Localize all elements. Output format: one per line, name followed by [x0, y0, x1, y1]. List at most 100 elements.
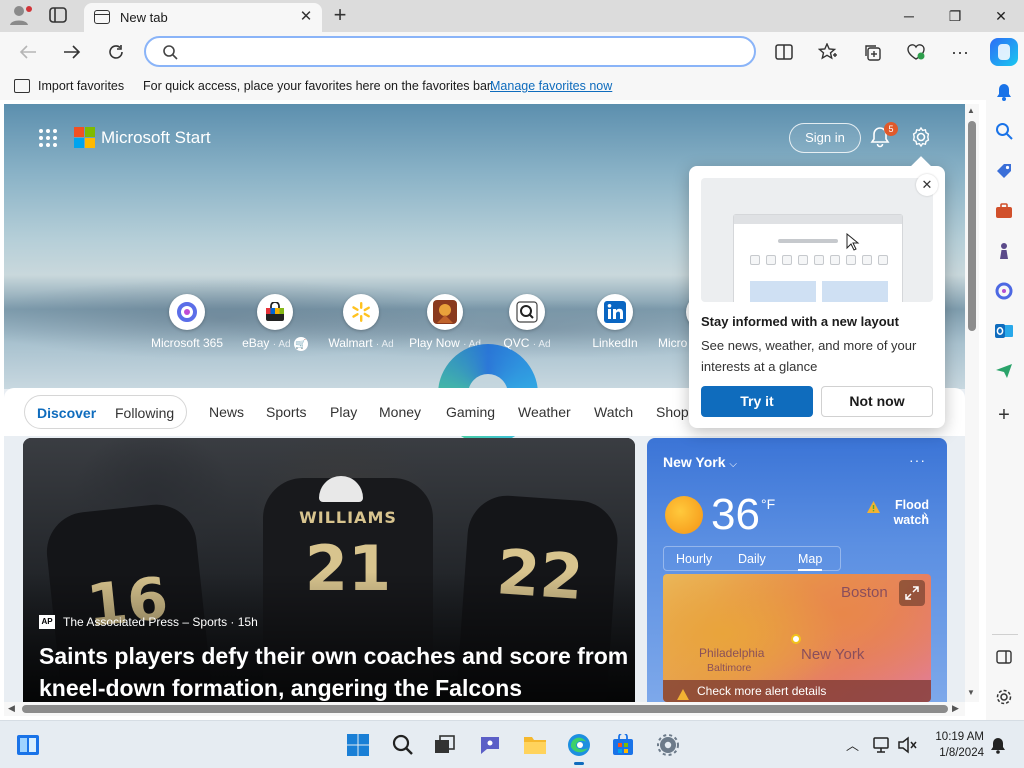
try-it-button[interactable]: Try it: [701, 386, 813, 417]
location-pin-icon: [791, 634, 801, 644]
browser-essentials-button[interactable]: [902, 38, 930, 66]
refresh-button[interactable]: [102, 38, 130, 66]
shopping-tag-icon[interactable]: [993, 160, 1015, 182]
chevron-right-icon[interactable]: ›: [923, 506, 928, 522]
outlook-icon[interactable]: [993, 320, 1015, 342]
tab-discover[interactable]: Discover: [37, 405, 96, 421]
tab-new-tab[interactable]: New tab ✕: [84, 3, 322, 32]
file-explorer-icon[interactable]: [521, 731, 549, 759]
ad-tag: · Ad: [532, 339, 551, 350]
nav-money[interactable]: Money: [379, 404, 421, 420]
quick-link-walmart[interactable]: Walmart · Ad: [316, 294, 406, 354]
quick-link-label: Play Now: [409, 336, 460, 350]
close-popup-icon[interactable]: ✕: [916, 174, 938, 196]
vertical-scrollbar[interactable]: ▲ ▼: [965, 104, 979, 702]
hide-sidebar-icon[interactable]: [993, 646, 1015, 668]
weather-map[interactable]: Boston Philadelphia Baltimore New York C…: [663, 574, 931, 702]
edge-taskbar-icon[interactable]: [565, 731, 593, 765]
import-favorites-button[interactable]: Import favorites: [38, 79, 124, 93]
teams-chat-icon[interactable]: [476, 731, 504, 759]
flood-watch-alert[interactable]: Flood watch: [867, 498, 929, 528]
notification-center-icon[interactable]: [984, 731, 1012, 759]
scroll-right-arrow-icon[interactable]: ▶: [952, 703, 959, 714]
start-windows-icon[interactable]: [344, 731, 372, 759]
alert-details-bar[interactable]: Check more alert details: [663, 680, 931, 702]
tab-map[interactable]: Map: [798, 552, 823, 571]
quick-link-ebay[interactable]: eBay · Ad 🛒: [230, 294, 320, 354]
nav-sports[interactable]: Sports: [266, 404, 306, 420]
nav-play[interactable]: Play: [330, 404, 357, 420]
quick-link-microsoft-365[interactable]: Microsoft 365: [142, 294, 232, 354]
new-tab-button[interactable]: +: [328, 4, 352, 28]
new-layout-popup: ✕ Stay informed with a new layout See ne…: [689, 166, 945, 428]
edge-sidebar: +: [986, 32, 1024, 720]
main-story-card[interactable]: 16 WILLIAMS 21 22 AP The Associated Pres…: [23, 438, 635, 702]
close-window-button[interactable]: ✕: [978, 0, 1024, 32]
search-sidebar-icon[interactable]: [993, 120, 1015, 142]
popup-description: See news, weather, and more of your inte…: [701, 338, 917, 374]
back-button[interactable]: [14, 38, 42, 66]
weather-location[interactable]: New York ⌵: [663, 454, 737, 470]
widgets-icon[interactable]: [14, 731, 42, 759]
qvc-icon: [509, 294, 545, 330]
nav-shop[interactable]: Shop: [656, 404, 689, 420]
quick-link-label: eBay: [242, 336, 270, 350]
page-settings-gear-icon[interactable]: [910, 126, 932, 148]
microsoft-365-icon: [169, 294, 205, 330]
tab-following[interactable]: Following: [115, 405, 174, 421]
notifications-bell-icon[interactable]: 5: [870, 122, 898, 150]
horizontal-scroll-thumb[interactable]: [22, 705, 948, 713]
nav-gaming[interactable]: Gaming: [446, 404, 495, 420]
ad-tag: · Ad: [375, 339, 394, 350]
add-sidebar-app-icon[interactable]: +: [993, 404, 1015, 426]
tab-daily[interactable]: Daily: [738, 552, 766, 566]
weather-unit[interactable]: °F: [761, 496, 775, 512]
task-view-icon[interactable]: [431, 731, 459, 759]
notifications-icon[interactable]: [993, 81, 1015, 103]
system-clock[interactable]: 10:19 AM 1/8/2024: [924, 729, 984, 761]
address-bar[interactable]: [144, 36, 756, 67]
newtab-page-icon: [94, 10, 110, 24]
collections-button[interactable]: [858, 38, 886, 66]
nav-news[interactable]: News: [209, 404, 244, 420]
close-tab-icon[interactable]: ✕: [296, 7, 316, 27]
address-input[interactable]: [186, 42, 736, 62]
profile-icon[interactable]: [8, 4, 34, 28]
expand-map-icon[interactable]: [899, 580, 925, 606]
not-now-button[interactable]: Not now: [821, 386, 933, 417]
games-chess-icon[interactable]: [993, 240, 1015, 262]
sign-in-button[interactable]: Sign in: [789, 123, 861, 153]
nav-watch[interactable]: Watch: [594, 404, 633, 420]
horizontal-scrollbar[interactable]: ◀ ▶: [4, 702, 965, 716]
microsoft-365-icon[interactable]: [993, 280, 1015, 302]
copilot-icon[interactable]: [990, 38, 1018, 66]
forward-button[interactable]: [58, 38, 86, 66]
manage-favorites-link[interactable]: Manage favorites now: [490, 79, 612, 93]
tab-hourly[interactable]: Hourly: [676, 552, 712, 566]
tools-briefcase-icon[interactable]: [993, 200, 1015, 222]
brand-title: Microsoft Start: [101, 128, 211, 147]
sidebar-settings-icon[interactable]: [993, 686, 1015, 708]
scroll-up-arrow-icon[interactable]: ▲: [967, 106, 975, 115]
network-icon[interactable]: [868, 731, 896, 759]
minimize-button[interactable]: ─: [886, 0, 932, 32]
more-options-button[interactable]: ···: [946, 38, 974, 66]
split-screen-button[interactable]: [770, 38, 798, 66]
story-headline[interactable]: Saints players defy their own coaches an…: [39, 640, 629, 702]
vertical-scroll-thumb[interactable]: [968, 121, 976, 331]
import-favorites-icon[interactable]: [14, 79, 30, 93]
settings-app-icon[interactable]: [654, 731, 682, 759]
tab-actions-icon[interactable]: [48, 6, 72, 26]
weather-more-icon[interactable]: ···: [909, 452, 926, 468]
send-drop-icon[interactable]: [993, 360, 1015, 382]
restore-button[interactable]: ❐: [932, 0, 978, 32]
scroll-left-arrow-icon[interactable]: ◀: [8, 703, 15, 714]
app-launcher-icon[interactable]: [38, 128, 58, 148]
taskbar-search-icon[interactable]: [389, 731, 417, 759]
nav-weather[interactable]: Weather: [518, 404, 571, 420]
scroll-down-arrow-icon[interactable]: ▼: [967, 688, 975, 697]
microsoft-store-icon[interactable]: [609, 731, 637, 759]
tray-overflow-chevron-icon[interactable]: ︿: [846, 735, 859, 754]
favorites-button[interactable]: [814, 38, 842, 66]
volume-muted-icon[interactable]: [893, 731, 921, 759]
